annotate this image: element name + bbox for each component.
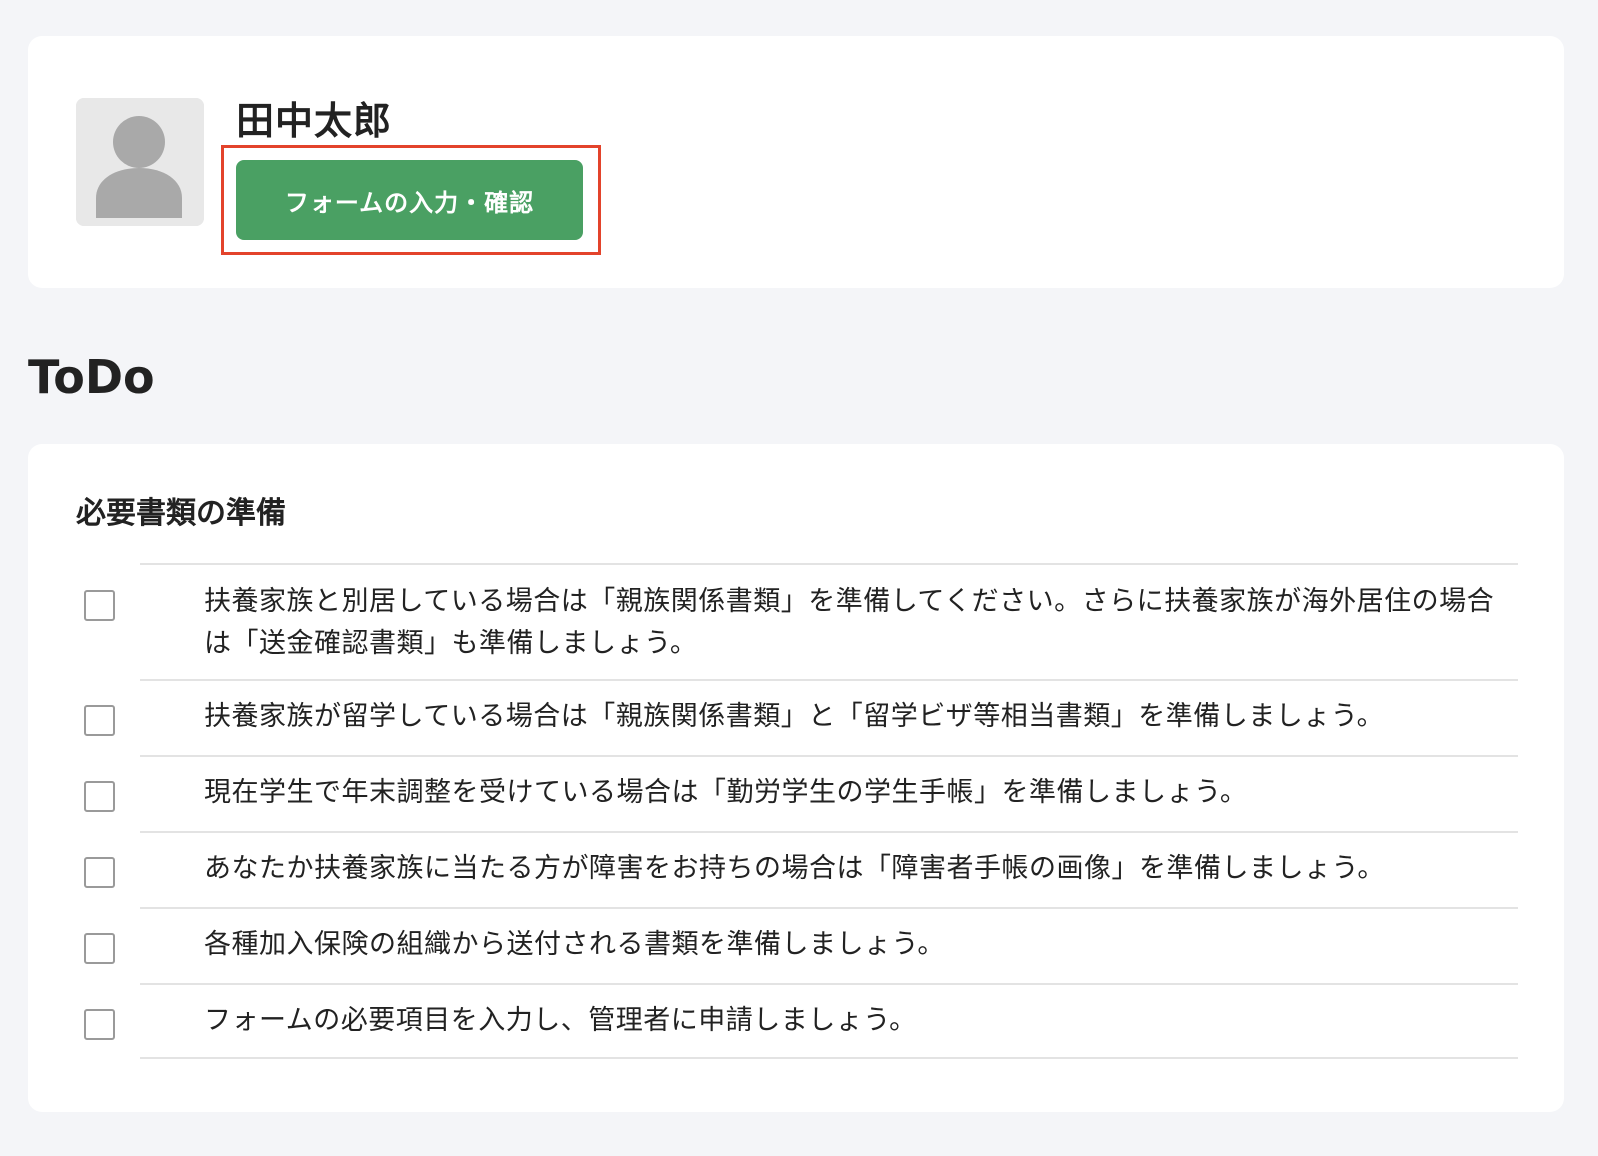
todo-item-text: フォームの必要項目を入力し、管理者に申請しましょう。 <box>204 1005 917 1036</box>
page: 田中太郎 フォームの入力・確認 ToDo 必要書類の準備 扶養家族と別居している… <box>0 0 1598 1156</box>
todo-checkbox[interactable] <box>84 781 115 812</box>
todo-item: 現在学生で年末調整を受けている場合は「勤労学生の学生手帳」を準備しましょう。 <box>28 755 1564 831</box>
todo-item-text: 扶養家族が留学している場合は「親族関係書類」と「留学ビザ等相当書類」を準備しまし… <box>204 701 1385 732</box>
todo-item-text: 現在学生で年末調整を受けている場合は「勤労学生の学生手帳」を準備しましょう。 <box>204 777 1248 808</box>
todo-heading: ToDo <box>28 350 155 404</box>
todo-checkbox[interactable] <box>84 933 115 964</box>
todo-checkbox[interactable] <box>84 857 115 888</box>
divider <box>140 907 1518 909</box>
profile-card: 田中太郎 フォームの入力・確認 <box>28 36 1564 288</box>
user-name: 田中太郎 <box>236 99 393 143</box>
divider <box>140 679 1518 681</box>
divider <box>140 1057 1518 1059</box>
todo-item: あなたか扶養家族に当たる方が障害をお持ちの場合は「障害者手帳の画像」を準備しまし… <box>28 831 1564 907</box>
todo-item: 扶養家族と別居している場合は「親族関係書類」を準備してください。さらに扶養家族が… <box>28 563 1564 679</box>
divider <box>140 983 1518 985</box>
todo-card: 必要書類の準備 扶養家族と別居している場合は「親族関係書類」を準備してください。… <box>28 444 1564 1112</box>
todo-checkbox[interactable] <box>84 705 115 736</box>
todo-item: フォームの必要項目を入力し、管理者に申請しましょう。 <box>28 983 1564 1059</box>
todo-item-text: 扶養家族と別居している場合は「親族関係書類」を準備してください。さらに扶養家族が… <box>204 586 1495 659</box>
section-title: 必要書類の準備 <box>76 496 286 531</box>
divider <box>140 755 1518 757</box>
todo-item-text: あなたか扶養家族に当たる方が障害をお持ちの場合は「障害者手帳の画像」を準備しまし… <box>204 853 1385 884</box>
todo-checkbox[interactable] <box>84 1009 115 1040</box>
user-silhouette-icon <box>76 98 204 226</box>
todo-list: 扶養家族と別居している場合は「親族関係書類」を準備してください。さらに扶養家族が… <box>28 563 1564 1059</box>
todo-checkbox[interactable] <box>84 590 115 621</box>
todo-item: 各種加入保険の組織から送付される書類を準備しましょう。 <box>28 907 1564 983</box>
divider <box>140 831 1518 833</box>
todo-item: 扶養家族が留学している場合は「親族関係書類」と「留学ビザ等相当書類」を準備しまし… <box>28 679 1564 755</box>
todo-item-text: 各種加入保険の組織から送付される書類を準備しましょう。 <box>204 929 945 960</box>
avatar <box>76 98 204 226</box>
form-input-confirm-button[interactable]: フォームの入力・確認 <box>236 160 583 240</box>
divider <box>140 563 1518 565</box>
